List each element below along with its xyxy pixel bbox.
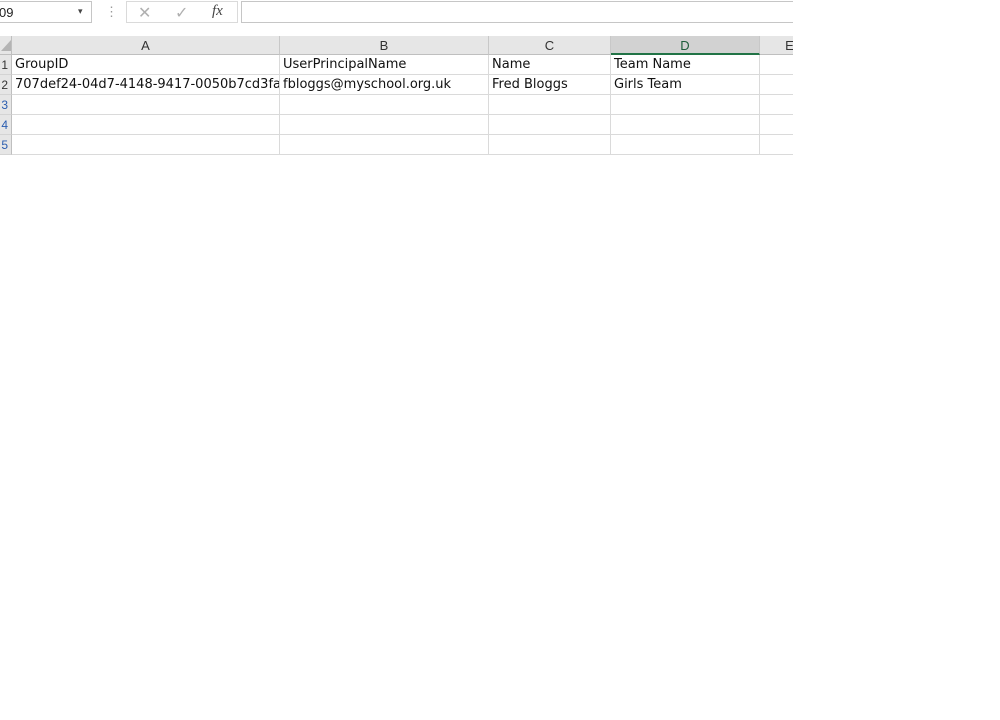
cell-b3[interactable] [280,95,489,115]
cell-d4[interactable] [611,115,760,135]
cell-e1[interactable] [760,55,793,75]
cell-d1[interactable]: Team Name [611,55,760,75]
row-number: 3 [1,98,8,112]
enter-checkmark-icon[interactable]: ✓ [175,3,188,23]
row-header[interactable]: 4 [0,115,12,135]
insert-function-icon[interactable]: fx [212,3,223,20]
cell-b5[interactable] [280,135,489,155]
column-header-c[interactable]: C [489,36,611,55]
cell-d2[interactable]: Girls Team [611,75,760,95]
row-number: 5 [1,138,8,152]
formula-input[interactable] [241,1,793,23]
row-number: 2 [1,78,8,92]
cell-a1[interactable]: GroupID [12,55,280,75]
cell-d5[interactable] [611,135,760,155]
chevron-down-icon[interactable]: ▾ [78,6,83,17]
cell-d3[interactable] [611,95,760,115]
select-all-triangle-icon [1,40,11,51]
cell-a5[interactable] [12,135,280,155]
cell-b4[interactable] [280,115,489,135]
row-header[interactable]: 1 [0,55,12,75]
name-box-value: 09 [0,5,14,20]
cell-c2[interactable]: Fred Bloggs [489,75,611,95]
row-header[interactable]: 5 [0,135,12,155]
cell-a3[interactable] [12,95,280,115]
formula-bar: 09 ▾ ⋮ ✕ ✓ fx [0,0,793,26]
cell-c5[interactable] [489,135,611,155]
row-header[interactable]: 2 [0,75,12,95]
cell-e5[interactable] [760,135,793,155]
formula-commands: ✕ ✓ fx [126,1,238,23]
select-all-button[interactable] [0,36,12,55]
row-number: 1 [1,58,8,72]
cancel-icon[interactable]: ✕ [138,3,151,23]
cell-e2[interactable] [760,75,793,95]
spreadsheet-grid: ABCDE 1 GroupID UserPrincipalName Name Team … [0,36,793,156]
column-header-b[interactable]: B [280,36,489,55]
cell-e3[interactable] [760,95,793,115]
more-options-icon[interactable]: ⋮ [105,4,118,20]
cell-e4[interactable] [760,115,793,135]
cell-a2[interactable]: 707def24-04d7-4148-9417-0050b7cd3fa1 [12,75,280,95]
row-header[interactable]: 3 [0,95,12,115]
cell-b2[interactable]: fbloggs@myschool.org.uk [280,75,489,95]
cell-a4[interactable] [12,115,280,135]
name-box[interactable]: 09 ▾ [0,1,92,23]
column-header-d[interactable]: D [611,36,760,55]
cell-c4[interactable] [489,115,611,135]
cell-b1[interactable]: UserPrincipalName [280,55,489,75]
column-header-e[interactable]: E [760,36,793,55]
row-number: 4 [1,118,8,132]
cell-c3[interactable] [489,95,611,115]
column-header-a[interactable]: A [12,36,280,55]
cell-c1[interactable]: Name [489,55,611,75]
